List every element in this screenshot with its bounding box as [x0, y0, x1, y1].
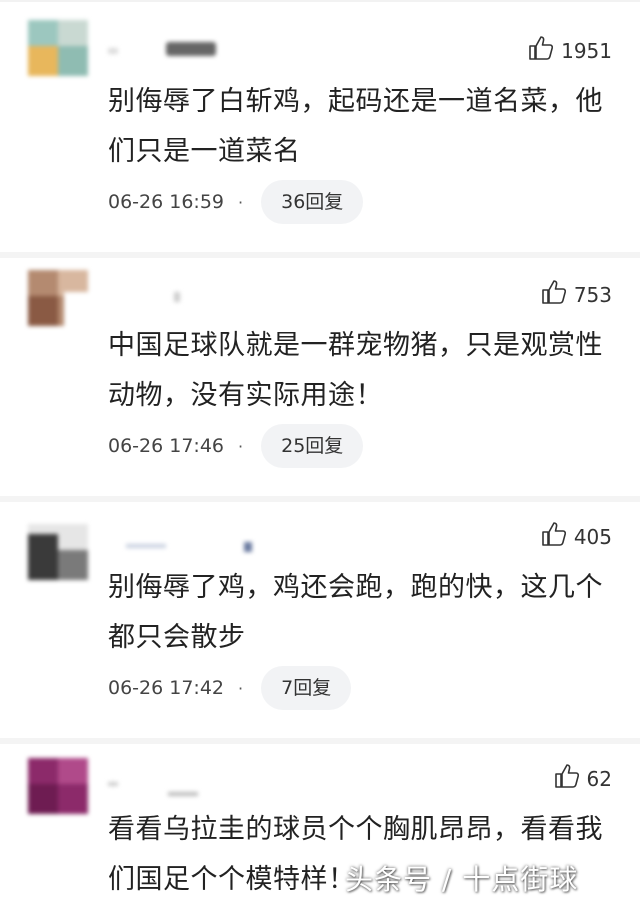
comment-divider	[0, 252, 640, 258]
meta-separator: ·	[238, 678, 244, 698]
like-count: 62	[586, 766, 612, 791]
comment-text: 别侮辱了鸡，鸡还会跑，跑的快，这几个都只会散步	[108, 572, 603, 653]
thumbs-up-icon	[527, 34, 555, 67]
watermark: 头条号 / 十点街球	[345, 863, 579, 896]
thumbs-up-icon	[540, 278, 568, 311]
avatar[interactable]	[28, 524, 88, 580]
like-button[interactable]: 753	[540, 278, 612, 311]
thumbs-up-icon	[540, 520, 568, 553]
username-blurred[interactable]	[108, 42, 218, 58]
like-button[interactable]: 405	[540, 520, 612, 553]
comment-time: 06-26 17:46	[108, 435, 225, 457]
comment-meta: 06-26 16:59 · 36回复	[108, 180, 364, 224]
username-blurred[interactable]	[108, 540, 258, 556]
reply-button[interactable]: 25回复	[261, 424, 364, 468]
comment-meta: 06-26 17:46 · 25回复	[108, 424, 364, 468]
comment-time: 06-26 17:42	[108, 677, 225, 699]
comment-text: 别侮辱了白斩鸡，起码还是一道名菜，他们只是一道菜名	[108, 86, 603, 167]
comment-divider	[0, 496, 640, 502]
username-blurred[interactable]	[108, 290, 188, 306]
like-button[interactable]: 1951	[527, 34, 612, 67]
comment-time: 06-26 16:59	[108, 191, 225, 213]
comment-divider	[0, 738, 640, 744]
avatar[interactable]	[28, 270, 88, 326]
username-blurred[interactable]	[108, 776, 208, 796]
comment-meta: 06-26 17:42 · 7回复	[108, 666, 352, 710]
meta-separator: ·	[238, 192, 244, 212]
like-count: 405	[573, 524, 612, 549]
avatar[interactable]	[28, 758, 88, 814]
top-divider	[0, 0, 640, 2]
meta-separator: ·	[238, 436, 244, 456]
avatar[interactable]	[28, 20, 88, 76]
thumbs-up-icon	[553, 762, 581, 795]
like-count: 1951	[561, 38, 612, 63]
like-count: 753	[573, 282, 612, 307]
reply-button[interactable]: 7回复	[261, 666, 352, 710]
like-button[interactable]: 62	[553, 762, 612, 795]
comment-text: 中国足球队就是一群宠物猪，只是观赏性动物，没有实际用途！	[108, 330, 603, 411]
reply-button[interactable]: 36回复	[261, 180, 364, 224]
